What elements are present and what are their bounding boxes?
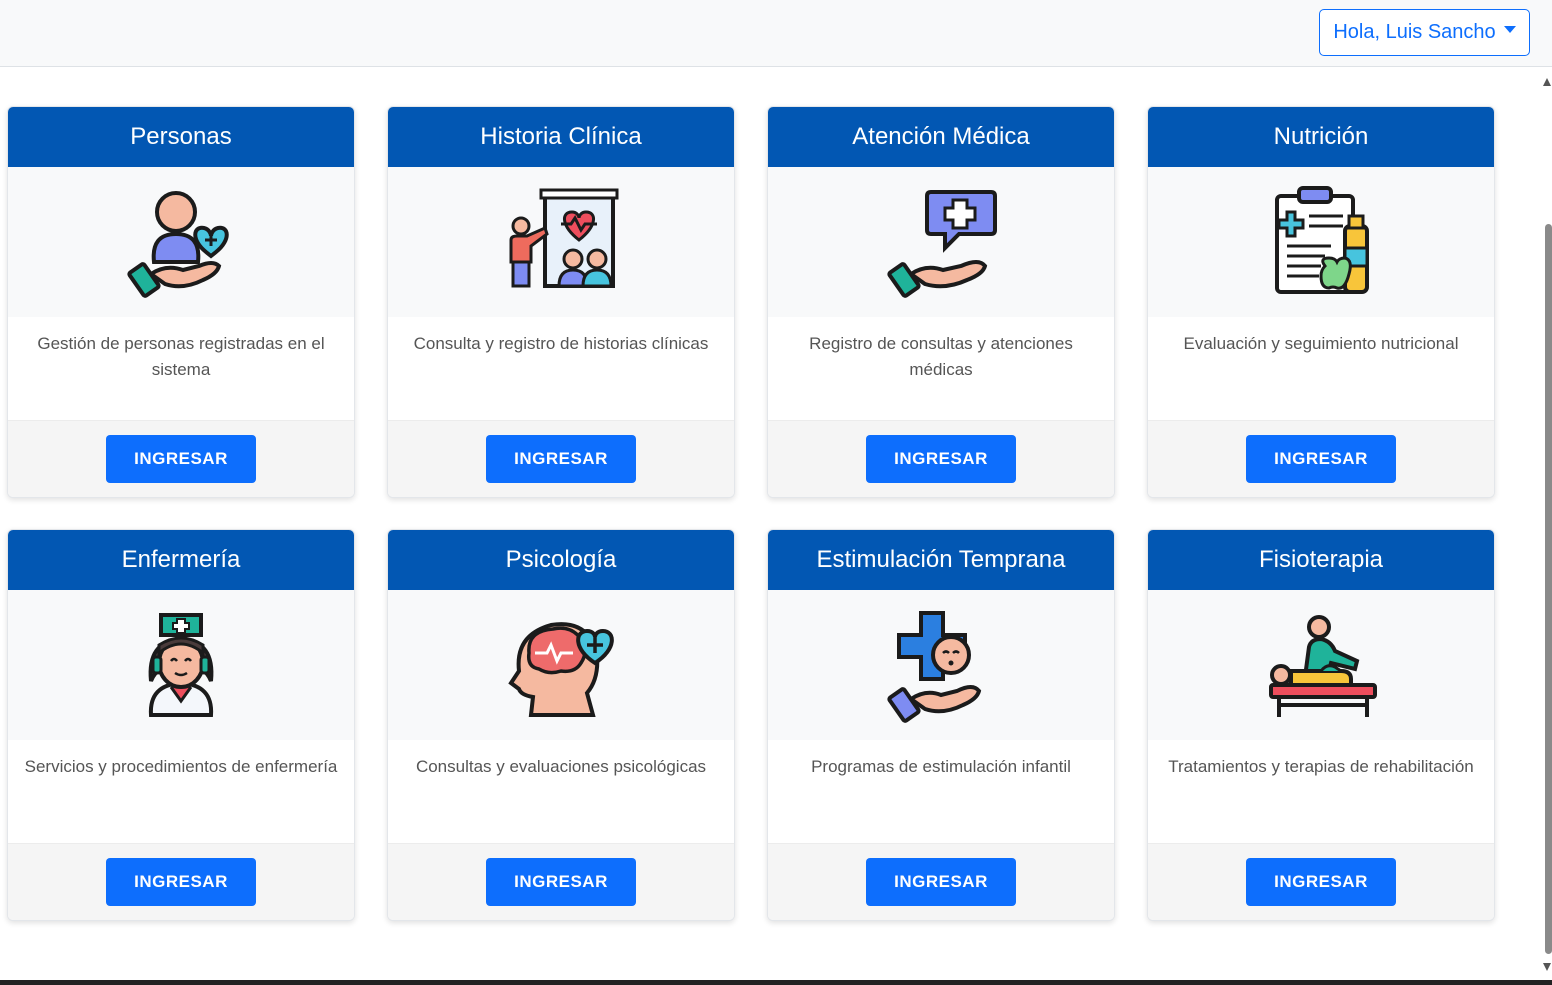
card-description: Evaluación y seguimiento nutricional	[1183, 334, 1459, 353]
module-card-personas: Personas Gestión de personas registradas…	[7, 106, 355, 498]
ingresar-button-nutricion[interactable]: INGRESAR	[1246, 435, 1396, 483]
user-menu-dropdown[interactable]: Hola, Luis Sancho	[1319, 9, 1530, 56]
card-footer: INGRESAR	[768, 420, 1114, 497]
top-navbar: Hola, Luis Sancho	[0, 0, 1552, 67]
nutrition-clipboard-icon	[1148, 167, 1494, 317]
module-card-estimulacion-temprana: Estimulación Temprana Programas de estim…	[767, 529, 1115, 921]
ingresar-button-historia-clinica[interactable]: INGRESAR	[486, 435, 636, 483]
card-footer: INGRESAR	[8, 420, 354, 497]
card-description: Consulta y registro de historias clínica…	[413, 334, 709, 353]
card-description: Registro de consultas y atenciones médic…	[809, 334, 1073, 379]
ingresar-button-personas[interactable]: INGRESAR	[106, 435, 256, 483]
module-card-enfermeria: Enfermería Servicios y procedimientos de…	[7, 529, 355, 921]
ingresar-button-psicologia[interactable]: INGRESAR	[486, 858, 636, 906]
brain-heart-icon	[388, 590, 734, 740]
nurse-icon	[8, 590, 354, 740]
medical-care-icon	[768, 167, 1114, 317]
scrollbar-thumb[interactable]	[1545, 224, 1552, 954]
card-footer: INGRESAR	[388, 420, 734, 497]
window-bottom-edge	[0, 980, 1552, 985]
card-title: Estimulación Temprana	[768, 530, 1114, 590]
ingresar-button-estimulacion-temprana[interactable]: INGRESAR	[866, 858, 1016, 906]
card-footer: INGRESAR	[1148, 420, 1494, 497]
module-card-historia-clinica: Historia Clínica Consulta y registro de …	[387, 106, 735, 498]
physiotherapy-icon	[1148, 590, 1494, 740]
modules-grid: Personas Gestión de personas registradas…	[7, 106, 1495, 921]
card-title: Fisioterapia	[1148, 530, 1494, 590]
module-card-psicologia: Psicología Consultas y evaluaciones psic…	[387, 529, 735, 921]
card-title: Personas	[8, 107, 354, 167]
caret-down-icon	[1503, 26, 1516, 33]
ingresar-button-atencion-medica[interactable]: INGRESAR	[866, 435, 1016, 483]
card-description: Servicios y procedimientos de enfermería	[24, 757, 338, 776]
card-footer: INGRESAR	[1148, 843, 1494, 920]
card-title: Psicología	[388, 530, 734, 590]
card-title: Historia Clínica	[388, 107, 734, 167]
card-description: Gestión de personas registradas en el si…	[37, 334, 325, 379]
card-title: Atención Médica	[768, 107, 1114, 167]
module-card-nutricion: Nutrición Evaluación y seguimiento nutri…	[1147, 106, 1495, 498]
user-menu-label: Hola, Luis Sancho	[1333, 21, 1496, 43]
card-title: Enfermería	[8, 530, 354, 590]
card-description: Consultas y evaluaciones psicológicas	[415, 757, 707, 776]
card-footer: INGRESAR	[8, 843, 354, 920]
module-card-fisioterapia: Fisioterapia Tratamientos y terapias de …	[1147, 529, 1495, 921]
medical-history-icon	[388, 167, 734, 317]
person-care-icon	[8, 167, 354, 317]
scroll-down-arrow-icon[interactable]	[1543, 963, 1551, 971]
card-footer: INGRESAR	[768, 843, 1114, 920]
card-description: Programas de estimulación infantil	[811, 757, 1071, 776]
module-card-atencion-medica: Atención Médica Registro de consultas y …	[767, 106, 1115, 498]
ingresar-button-fisioterapia[interactable]: INGRESAR	[1246, 858, 1396, 906]
scroll-up-arrow-icon[interactable]	[1543, 78, 1551, 86]
baby-care-icon	[768, 590, 1114, 740]
ingresar-button-enfermeria[interactable]: INGRESAR	[106, 858, 256, 906]
card-description: Tratamientos y terapias de rehabilitació…	[1168, 757, 1474, 776]
card-title: Nutrición	[1148, 107, 1494, 167]
card-footer: INGRESAR	[388, 843, 734, 920]
